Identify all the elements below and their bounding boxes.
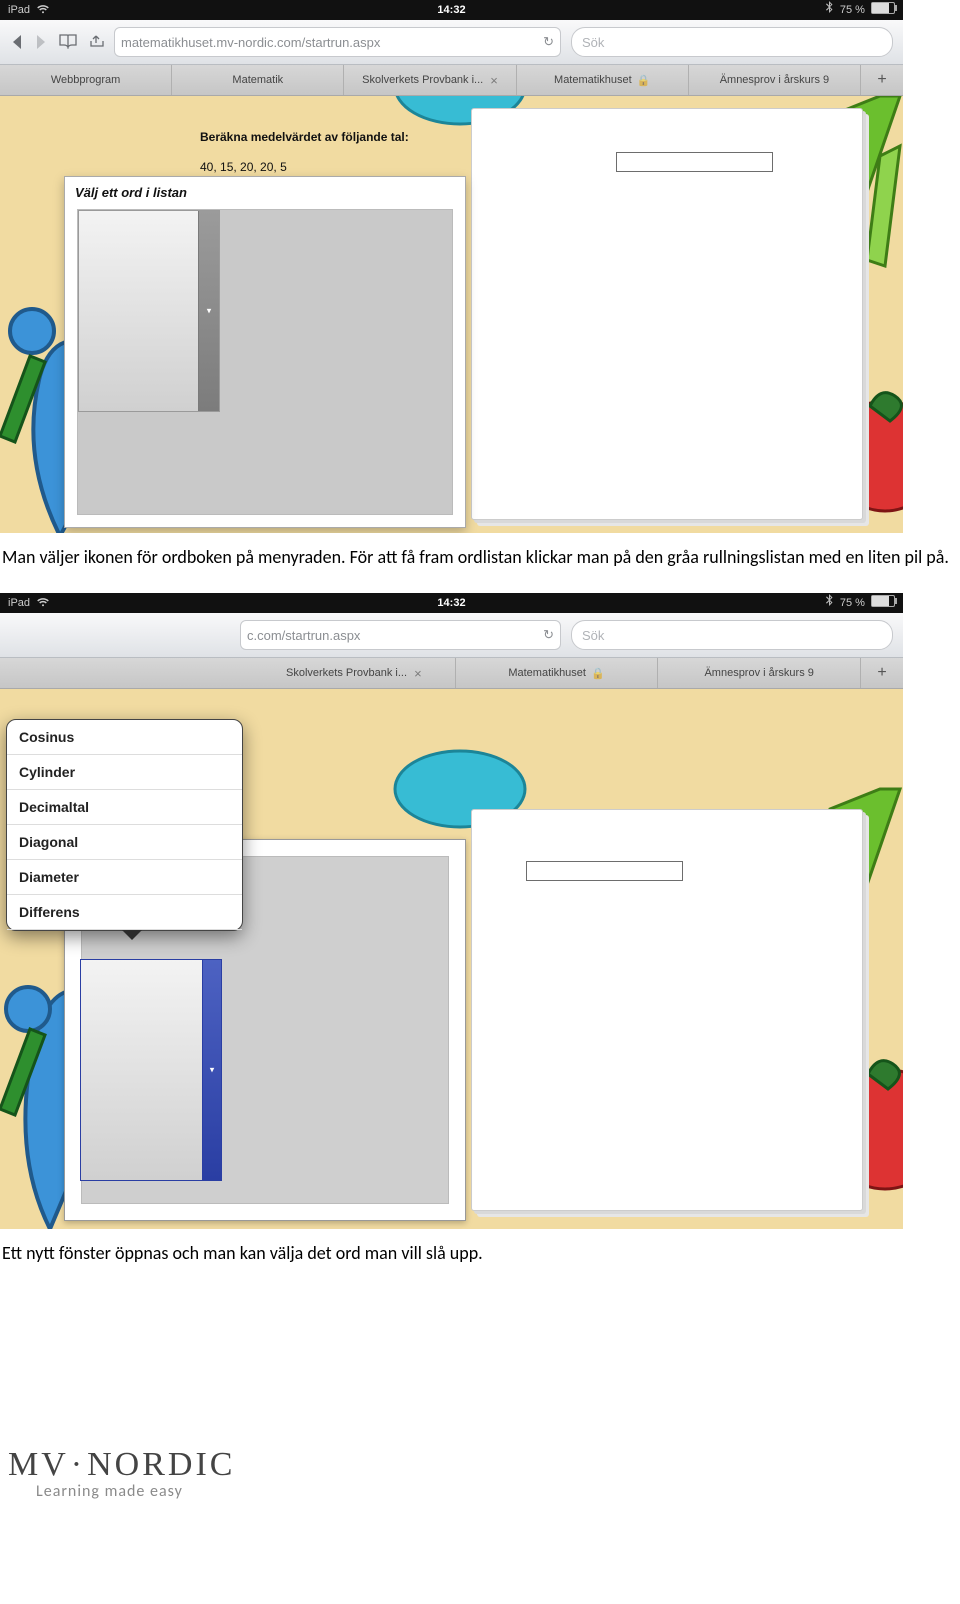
word-panel: Välj ett ord i listan ▾ bbox=[64, 176, 466, 528]
brand-logo: MV·NORDIC bbox=[8, 1446, 960, 1484]
tab-webbprogram[interactable]: Webbprogram bbox=[0, 65, 172, 95]
device-label: iPad bbox=[8, 4, 30, 16]
word-panel-title: Välj ett ord i listan bbox=[65, 177, 465, 208]
close-icon[interactable]: × bbox=[490, 73, 498, 88]
address-bar[interactable]: c.com/startrun.aspx ↻ bbox=[240, 620, 561, 650]
lock-icon: 🔒 bbox=[591, 667, 605, 680]
tab-strip: Webbprogram Matematik Skolverkets Provba… bbox=[0, 65, 903, 96]
url-text: c.com/startrun.aspx bbox=[247, 628, 543, 643]
reload-icon[interactable]: ↻ bbox=[543, 627, 554, 643]
dropdown-scroll-track[interactable]: ▾ bbox=[202, 960, 221, 1180]
status-time: 14:32 bbox=[437, 593, 465, 613]
word-dropdown[interactable]: ▾ bbox=[78, 210, 220, 412]
tab-label: Ämnesprov i årskurs 9 bbox=[704, 667, 813, 679]
status-time: 14:32 bbox=[437, 0, 465, 20]
bluetooth-icon bbox=[826, 4, 836, 16]
tab-label: Skolverkets Provbank i... bbox=[286, 667, 407, 679]
popover-item[interactable]: Decimaltal bbox=[7, 790, 242, 825]
close-icon[interactable]: × bbox=[414, 666, 422, 681]
tab-label: Matematikhuset bbox=[554, 74, 632, 86]
ios-status-bar: iPad 14:32 75 % bbox=[0, 0, 903, 20]
dropdown-scroll-track[interactable]: ▾ bbox=[198, 211, 219, 411]
footer: MV·NORDIC Learning made easy bbox=[0, 1446, 960, 1521]
status-device: iPad bbox=[8, 0, 49, 21]
caption-1: Man väljer ikonen för ordboken på menyra… bbox=[2, 545, 960, 569]
status-right: 75 % bbox=[826, 0, 895, 20]
ios-status-bar: iPad 14:32 75 % bbox=[0, 593, 903, 613]
wifi-icon bbox=[37, 1, 49, 21]
popover-item[interactable]: Diagonal bbox=[7, 825, 242, 860]
chevron-down-icon: ▾ bbox=[207, 306, 212, 317]
share-icon[interactable] bbox=[88, 33, 104, 52]
popover-item[interactable]: Diameter bbox=[7, 860, 242, 895]
battery-percent: 75 % bbox=[840, 4, 865, 16]
new-tab-button[interactable]: + bbox=[861, 65, 903, 95]
popover-item[interactable]: Cosinus bbox=[7, 720, 242, 755]
browser-toolbar: matematikhuset.mv-nordic.com/startrun.as… bbox=[0, 20, 903, 65]
popover-item-label: Differens bbox=[19, 904, 80, 920]
battery-icon bbox=[871, 595, 895, 607]
battery-percent: 75 % bbox=[840, 597, 865, 609]
tab-matematikhuset[interactable]: Matematikhuset 🔒 bbox=[517, 65, 689, 95]
tab-label: Skolverkets Provbank i... bbox=[362, 74, 483, 86]
question-prompt: Beräkna medelvärdet av följande tal: bbox=[200, 130, 409, 144]
popover-item[interactable]: Differens bbox=[7, 895, 242, 930]
popover-item-label: Cosinus bbox=[19, 729, 74, 745]
status-right: 75 % bbox=[826, 593, 895, 613]
tab-label: Matematik bbox=[232, 74, 283, 86]
search-placeholder: Sök bbox=[582, 628, 604, 643]
tab-amnesprov[interactable]: Ämnesprov i årskurs 9 bbox=[689, 65, 861, 95]
tab-matematik[interactable]: Matematik bbox=[172, 65, 344, 95]
lock-icon: 🔒 bbox=[637, 74, 651, 87]
new-tab-button[interactable]: + bbox=[861, 658, 903, 688]
tab-matematikhuset[interactable]: Matematikhuset 🔒 bbox=[456, 658, 659, 688]
address-bar[interactable]: matematikhuset.mv-nordic.com/startrun.as… bbox=[114, 27, 561, 57]
app-content: de tal: ▾ Cosinus Cylinder Decimaltal Di… bbox=[0, 689, 903, 1229]
browser-toolbar: c.com/startrun.aspx ↻ Sök bbox=[0, 613, 903, 658]
answer-input[interactable] bbox=[526, 861, 683, 881]
search-field[interactable]: Sök bbox=[571, 620, 893, 650]
forward-button[interactable] bbox=[34, 34, 48, 50]
tab-label: Ämnesprov i årskurs 9 bbox=[720, 74, 829, 86]
popover-item-label: Cylinder bbox=[19, 764, 75, 780]
reload-icon[interactable]: ↻ bbox=[543, 34, 554, 50]
tab-skolverket[interactable]: Skolverkets Provbank i... × bbox=[253, 658, 456, 688]
answer-input[interactable] bbox=[616, 152, 773, 172]
word-popover: Cosinus Cylinder Decimaltal Diagonal Dia… bbox=[6, 719, 243, 931]
tab-skolverket[interactable]: Skolverkets Provbank i... × bbox=[344, 65, 516, 95]
caption-2: Ett nytt fönster öppnas och man kan välj… bbox=[2, 1241, 960, 1265]
screenshot-2: iPad 14:32 75 % c.com/startrun.aspx ↻ Sö… bbox=[0, 593, 903, 1229]
bluetooth-icon bbox=[826, 597, 836, 609]
tab-amnesprov[interactable]: Ämnesprov i årskurs 9 bbox=[658, 658, 861, 688]
popover-item-label: Decimaltal bbox=[19, 799, 89, 815]
bookmarks-icon[interactable] bbox=[58, 33, 78, 52]
question-numbers: 40, 15, 20, 20, 5 bbox=[200, 160, 287, 174]
app-content: Beräkna medelvärdet av följande tal: 40,… bbox=[0, 96, 903, 533]
popover-tail bbox=[122, 930, 142, 940]
screenshot-1: iPad 14:32 75 % matematikhuset.mv-no bbox=[0, 0, 903, 533]
url-text: matematikhuset.mv-nordic.com/startrun.as… bbox=[121, 35, 543, 50]
word-panel-body: ▾ bbox=[77, 209, 453, 515]
popover-item-label: Diameter bbox=[19, 869, 79, 885]
brand-tagline: Learning made easy bbox=[36, 1482, 960, 1501]
back-button[interactable] bbox=[10, 34, 24, 50]
word-dropdown[interactable]: ▾ bbox=[80, 959, 222, 1181]
device-label: iPad bbox=[8, 597, 30, 609]
tab-label: Matematikhuset bbox=[508, 667, 586, 679]
popover-item-label: Diagonal bbox=[19, 834, 78, 850]
search-placeholder: Sök bbox=[582, 35, 604, 50]
tab-strip: Skolverkets Provbank i... × Matematikhuse… bbox=[0, 658, 903, 689]
tab-label: Webbprogram bbox=[51, 74, 121, 86]
popover-item[interactable]: Cylinder bbox=[7, 755, 242, 790]
battery-icon bbox=[871, 2, 895, 14]
chevron-down-icon: ▾ bbox=[210, 1065, 215, 1076]
search-field[interactable]: Sök bbox=[571, 27, 893, 57]
status-device: iPad bbox=[8, 593, 49, 614]
wifi-icon bbox=[37, 594, 49, 614]
